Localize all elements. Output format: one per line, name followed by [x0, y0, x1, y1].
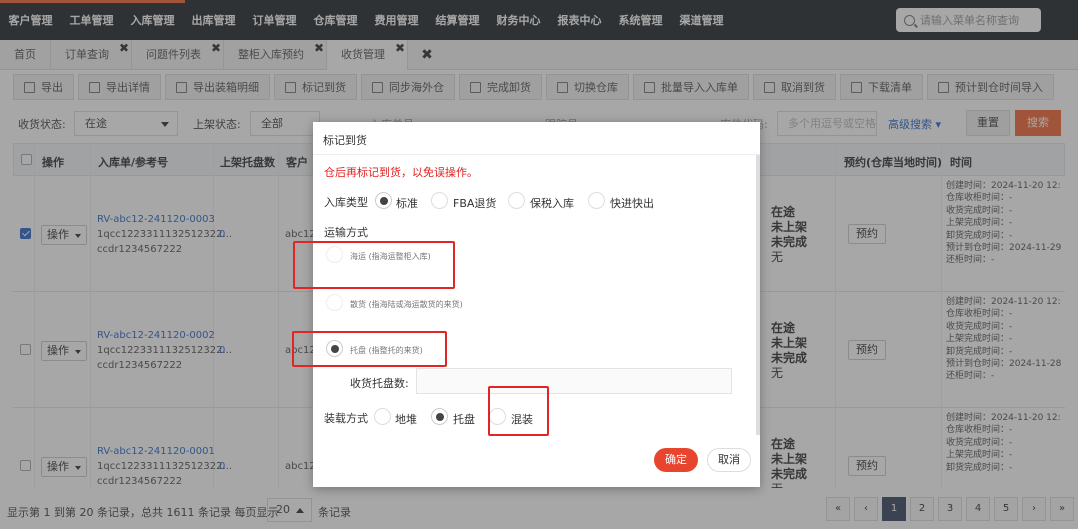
pallet-count-label: 收货托盘数:: [350, 377, 409, 390]
radio-pallet-load[interactable]: [431, 408, 448, 425]
radio-bulk[interactable]: [326, 294, 343, 311]
radio-standard[interactable]: [375, 192, 392, 209]
radio-floor[interactable]: [374, 408, 391, 425]
confirm-button[interactable]: 确定: [654, 448, 698, 472]
loading-method-label: 装载方式: [324, 412, 368, 425]
highlight-box: [292, 331, 447, 367]
radio-label: 快进快出: [610, 197, 654, 210]
radio-label: FBA退货: [453, 197, 497, 210]
radio-label: 散货 (指海陆或海运散货的来货): [350, 300, 463, 309]
cancel-button[interactable]: 取消: [707, 448, 751, 472]
dialog-scrollbar[interactable]: [756, 155, 760, 435]
mark-arrival-dialog: 标记到货 仓后再标记到货，以免误操作。 入库类型 标准 FBA退货 保税入库 快…: [292, 122, 760, 487]
dialog-warning: 仓后再标记到货，以免误操作。: [324, 166, 478, 179]
transport-label: 运输方式: [324, 226, 368, 239]
radio-label: 地堆: [395, 413, 417, 426]
highlight-box: [488, 386, 549, 436]
dialog-title: 标记到货: [323, 134, 367, 147]
pallet-count-input[interactable]: [416, 368, 732, 394]
dialog-divider: [313, 154, 760, 155]
radio-fba-return[interactable]: [431, 192, 448, 209]
radio-label: 保税入库: [530, 197, 574, 210]
inbound-type-label: 入库类型: [324, 196, 368, 209]
radio-fast-in-out[interactable]: [588, 192, 605, 209]
highlight-box: [293, 241, 455, 289]
radio-bonded[interactable]: [508, 192, 525, 209]
radio-label: 托盘: [453, 413, 475, 426]
radio-label: 标准: [396, 197, 418, 210]
